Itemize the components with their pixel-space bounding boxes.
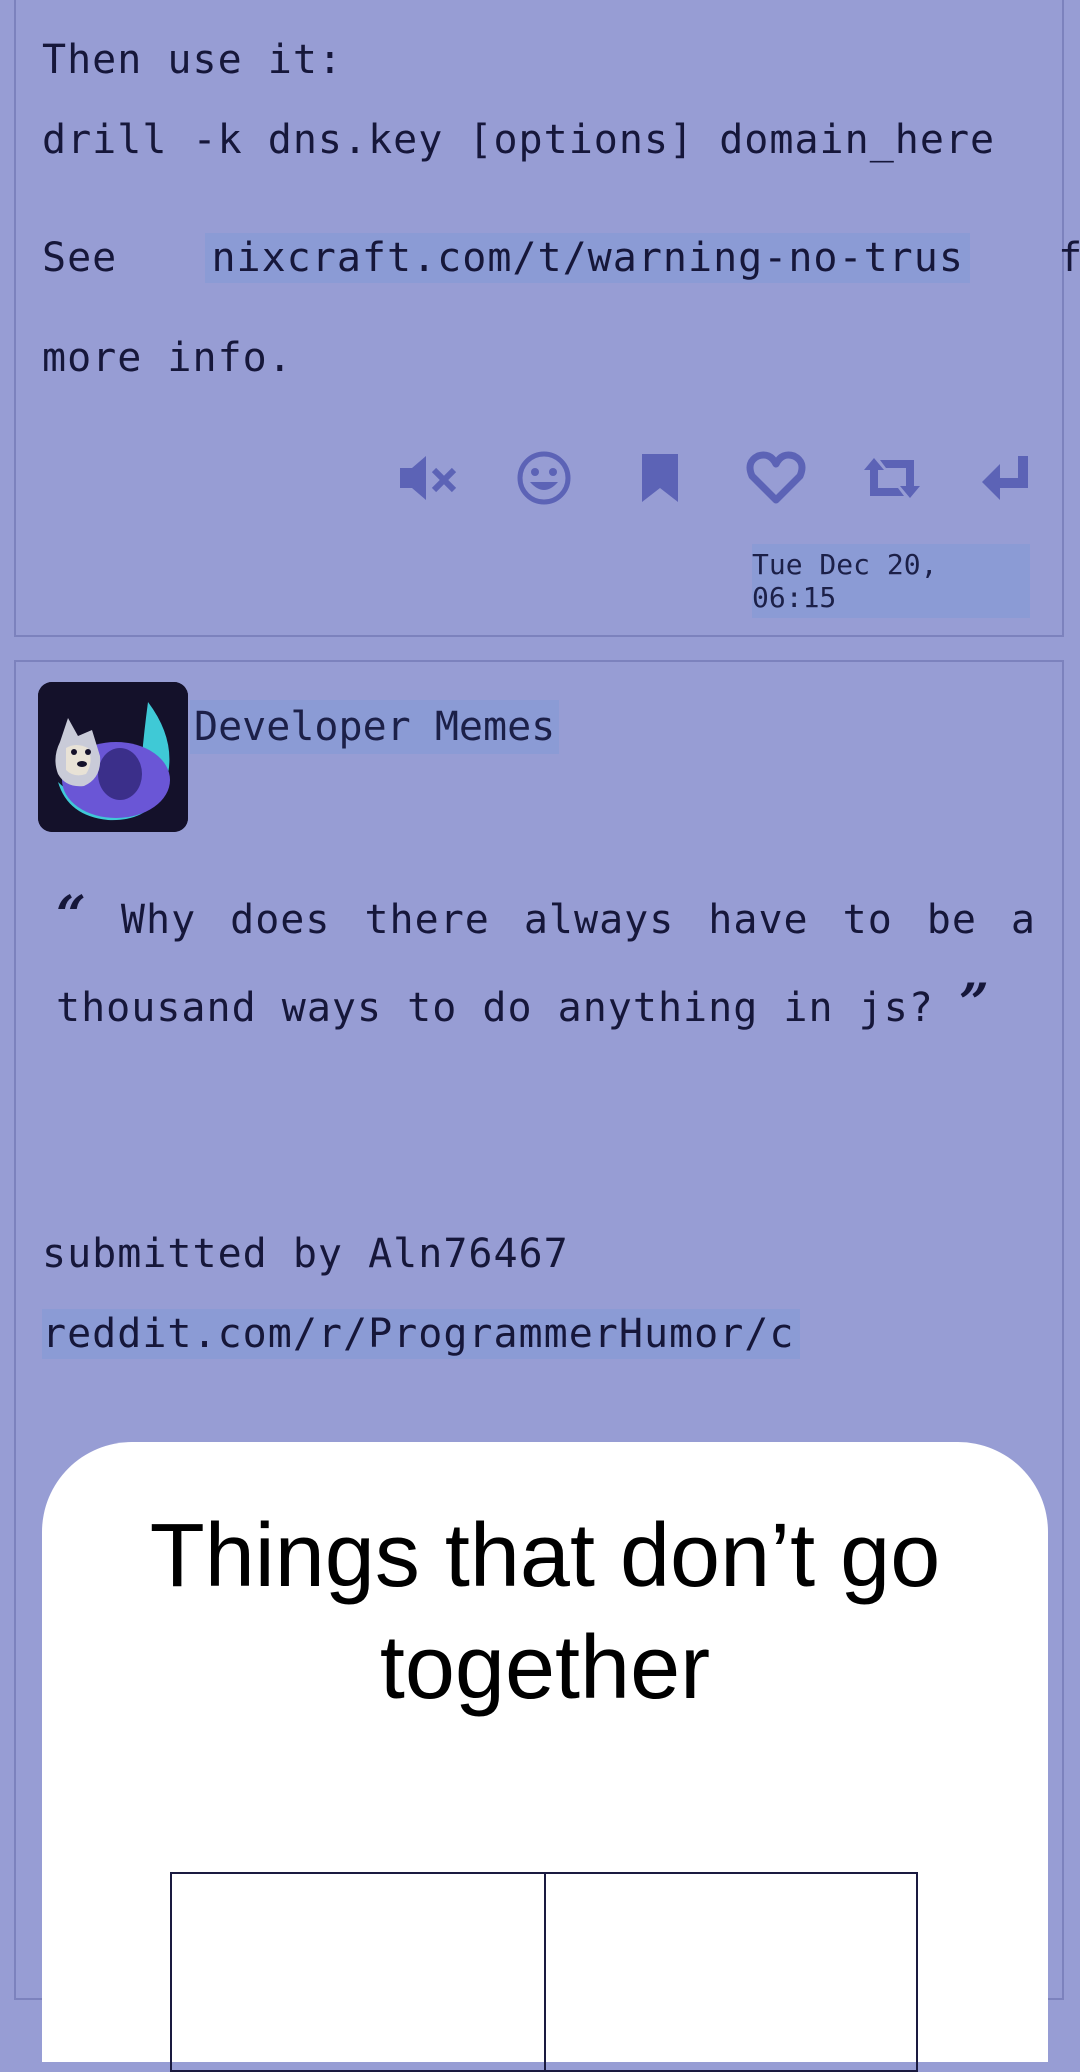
avatar[interactable]: [38, 682, 188, 832]
quote-close-mark: ”: [958, 973, 990, 1034]
post-actions: [396, 450, 1040, 506]
submitted-by: submitted by Aln76467: [42, 1231, 569, 1277]
post-text-command: drill -k dns.key [options] domain_here: [42, 117, 996, 163]
meme-image[interactable]: Things that don’t go together: [42, 1442, 1048, 2072]
post-card: Developer Memes “ Why does there always …: [14, 660, 1064, 2072]
author-name[interactable]: Developer Memes: [190, 700, 560, 754]
bookmark-icon[interactable]: [628, 450, 692, 506]
reply-icon[interactable]: [976, 450, 1040, 506]
heart-icon[interactable]: [744, 450, 808, 506]
post-timestamp[interactable]: Tue Dec 20, 06:15: [752, 544, 1030, 618]
post-link-line: reddit.com/r/ProgrammerHumor/c: [42, 1309, 801, 1359]
post-quote: “ Why does there always have to be a tho…: [56, 874, 1036, 1050]
meme-title-line: together: [379, 1618, 711, 1718]
post-link[interactable]: reddit.com/r/ProgrammerHumor/c: [42, 1309, 801, 1359]
meme-grid-divider: [544, 1874, 546, 2070]
mute-icon[interactable]: [396, 450, 460, 506]
post-text-line: See nixcraft.com/t/warning-no-trus for: [42, 233, 1080, 283]
meme-grid: [170, 1872, 918, 2072]
quote-open-mark: “: [56, 885, 87, 946]
doge-firefox-icon: [38, 682, 188, 832]
post-card: Then use it: drill -k dns.key [options] …: [14, 0, 1080, 637]
repost-icon[interactable]: [860, 450, 924, 506]
post-link[interactable]: nixcraft.com/t/warning-no-trus: [205, 233, 970, 283]
post-text-see: See: [42, 235, 118, 281]
smiley-icon[interactable]: [512, 450, 576, 506]
post-text-for: for: [1058, 235, 1080, 281]
meme-title: Things that don’t go together: [42, 1500, 1048, 1724]
meme-title-line: Things that don’t go: [149, 1506, 941, 1606]
post-text-more: more info.: [42, 335, 293, 381]
post-text-line: Then use it:: [42, 37, 343, 83]
quote-text: Why does there always have to be a thous…: [56, 897, 1036, 1031]
